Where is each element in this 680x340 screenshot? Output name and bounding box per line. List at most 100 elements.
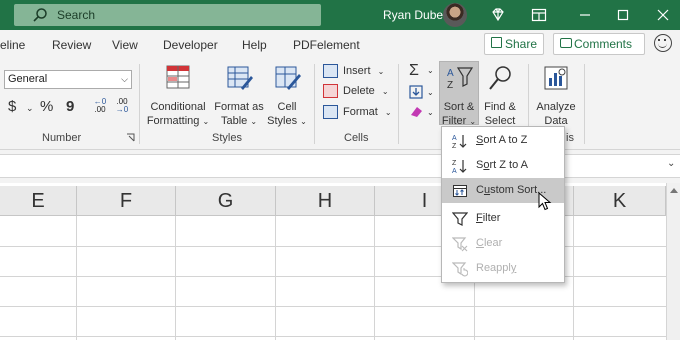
chevron-down-icon: ⌄ bbox=[469, 117, 477, 126]
menu-item-reapply[interactable]: Reapply bbox=[442, 256, 564, 281]
menu-accelerator: F bbox=[476, 212, 483, 224]
analyze-data-button[interactable]: Analyze Data bbox=[534, 64, 578, 128]
menu-item-clear[interactable]: Clear bbox=[442, 231, 564, 256]
svg-text:Z: Z bbox=[452, 143, 457, 149]
column-header-e[interactable]: E bbox=[0, 186, 77, 216]
currency-format-button[interactable]: $ bbox=[8, 98, 16, 115]
tab-pdfelement[interactable]: PDFelement bbox=[293, 38, 360, 52]
chevron-down-icon: ⌄ bbox=[300, 117, 307, 126]
fill-icon[interactable] bbox=[408, 84, 424, 100]
search-icon bbox=[33, 8, 47, 22]
delete-cells-icon bbox=[323, 84, 338, 98]
gridline bbox=[0, 276, 666, 277]
sort-filter-button[interactable]: A Z Sort & Filter ⌄ bbox=[439, 64, 479, 129]
number-format-dropdown[interactable]: General ⌵ bbox=[4, 70, 132, 89]
column-header-f[interactable]: F bbox=[77, 186, 176, 216]
cell-styles-button[interactable]: Cell Styles ⌄ bbox=[266, 64, 308, 129]
share-label: Share bbox=[505, 37, 538, 51]
diamond-icon[interactable] bbox=[489, 6, 507, 24]
comma-style-button[interactable]: 9 bbox=[66, 98, 74, 115]
percent-style-button[interactable]: % bbox=[40, 98, 53, 115]
increase-decimal-button[interactable]: ←0 .00 bbox=[91, 98, 109, 114]
column-header-k[interactable]: K bbox=[574, 186, 666, 216]
maximize-icon[interactable] bbox=[614, 6, 632, 24]
chevron-down-icon[interactable]: ⌄ bbox=[427, 88, 434, 97]
avatar[interactable] bbox=[443, 3, 467, 27]
eraser-icon[interactable] bbox=[408, 104, 424, 120]
tab-help[interactable]: Help bbox=[242, 38, 267, 52]
format-as-table-icon bbox=[227, 66, 253, 90]
chevron-down-icon: ⌄ bbox=[202, 117, 210, 126]
conditional-formatting-line2: Formatting bbox=[146, 115, 200, 127]
group-label-number: Number bbox=[42, 132, 82, 144]
tab-pipeline[interactable]: eline bbox=[0, 38, 25, 52]
tab-view[interactable]: View bbox=[112, 38, 138, 52]
svg-text:A: A bbox=[447, 68, 454, 79]
svg-text:A: A bbox=[452, 168, 457, 174]
gridline bbox=[0, 336, 666, 337]
comments-button[interactable]: Comments bbox=[553, 33, 645, 55]
menu-item-label: C bbox=[476, 184, 484, 196]
chevron-down-icon[interactable]: ⌄ bbox=[427, 108, 434, 117]
user-name[interactable]: Ryan Dube bbox=[383, 8, 443, 22]
autosum-icon[interactable]: Σ bbox=[409, 62, 419, 80]
decrease-decimal-button[interactable]: .00 →0 bbox=[113, 98, 131, 114]
menu-item-label: lear bbox=[483, 237, 503, 249]
mouse-cursor-icon bbox=[538, 192, 552, 211]
custom-sort-icon bbox=[453, 185, 467, 197]
gridline bbox=[573, 216, 574, 340]
format-as-table-button[interactable]: Format as Table ⌄ bbox=[211, 64, 267, 129]
share-icon bbox=[491, 37, 502, 48]
sort-filter-line1: Sort & bbox=[443, 101, 475, 113]
chevron-down-icon: ⌄ bbox=[250, 117, 258, 126]
conditional-formatting-line1: Conditional bbox=[150, 101, 206, 113]
comments-label: Comments bbox=[574, 37, 633, 51]
chevron-down-icon: ⌄ bbox=[377, 67, 385, 76]
gridline bbox=[76, 216, 77, 340]
scroll-up-icon[interactable] bbox=[670, 188, 678, 193]
analyze-data-line1: Analyze bbox=[536, 101, 576, 113]
menu-item-label: rt Z to A bbox=[489, 159, 528, 171]
group-separator bbox=[314, 64, 315, 144]
dialog-launcher-icon[interactable] bbox=[126, 133, 135, 142]
chevron-down-icon[interactable]: ⌄ bbox=[26, 103, 34, 114]
chevron-down-icon[interactable]: ⌄ bbox=[427, 66, 434, 75]
format-as-table-line1: Format as bbox=[214, 101, 264, 113]
cell-styles-line1: Cell bbox=[277, 101, 297, 113]
number-format-value: General bbox=[8, 73, 48, 85]
conditional-formatting-icon bbox=[166, 65, 190, 89]
insert-cells-button[interactable]: Insert ⌄ bbox=[323, 62, 384, 80]
menu-item-label: ilter bbox=[482, 212, 501, 224]
minimize-icon[interactable] bbox=[576, 6, 594, 24]
close-icon[interactable] bbox=[654, 6, 672, 24]
search-placeholder: Search bbox=[57, 8, 96, 22]
formula-input[interactable] bbox=[0, 154, 680, 178]
column-header-h[interactable]: H bbox=[276, 186, 375, 216]
clear-filter-icon bbox=[452, 237, 468, 252]
group-label-cells: Cells bbox=[344, 132, 369, 144]
share-button[interactable]: Share bbox=[484, 33, 544, 55]
tab-developer[interactable]: Developer bbox=[163, 38, 218, 52]
group-separator bbox=[398, 64, 399, 144]
search-box[interactable]: Search bbox=[14, 4, 321, 26]
cell-styles-icon bbox=[275, 66, 301, 90]
format-as-table-line2: Table bbox=[220, 115, 248, 127]
column-header-g[interactable]: G bbox=[176, 186, 276, 216]
menu-item-sort-a-to-z[interactable]: A Z Sort A to Z bbox=[442, 128, 564, 153]
tab-review[interactable]: Review bbox=[52, 38, 91, 52]
feedback-smiley-icon[interactable] bbox=[654, 34, 672, 52]
sort-z-to-a-icon: Z A bbox=[452, 160, 467, 174]
analyze-data-icon bbox=[544, 66, 568, 90]
ribbon-display-icon[interactable] bbox=[530, 6, 548, 24]
find-icon bbox=[489, 66, 511, 90]
chevron-down-icon[interactable]: ⌄ bbox=[667, 158, 675, 169]
gridline bbox=[175, 216, 176, 340]
menu-item-sort-z-to-a[interactable]: Z A Sort Z to A bbox=[442, 153, 564, 178]
conditional-formatting-button[interactable]: Conditional Formatting ⌄ bbox=[146, 64, 210, 129]
gridline bbox=[0, 246, 666, 247]
vertical-scrollbar[interactable] bbox=[666, 183, 680, 340]
format-label: Format bbox=[343, 106, 378, 118]
format-cells-button[interactable]: Format ⌄ bbox=[323, 103, 392, 121]
delete-cells-button[interactable]: Delete ⌄ bbox=[323, 82, 389, 100]
delete-label: Delete bbox=[343, 85, 375, 97]
